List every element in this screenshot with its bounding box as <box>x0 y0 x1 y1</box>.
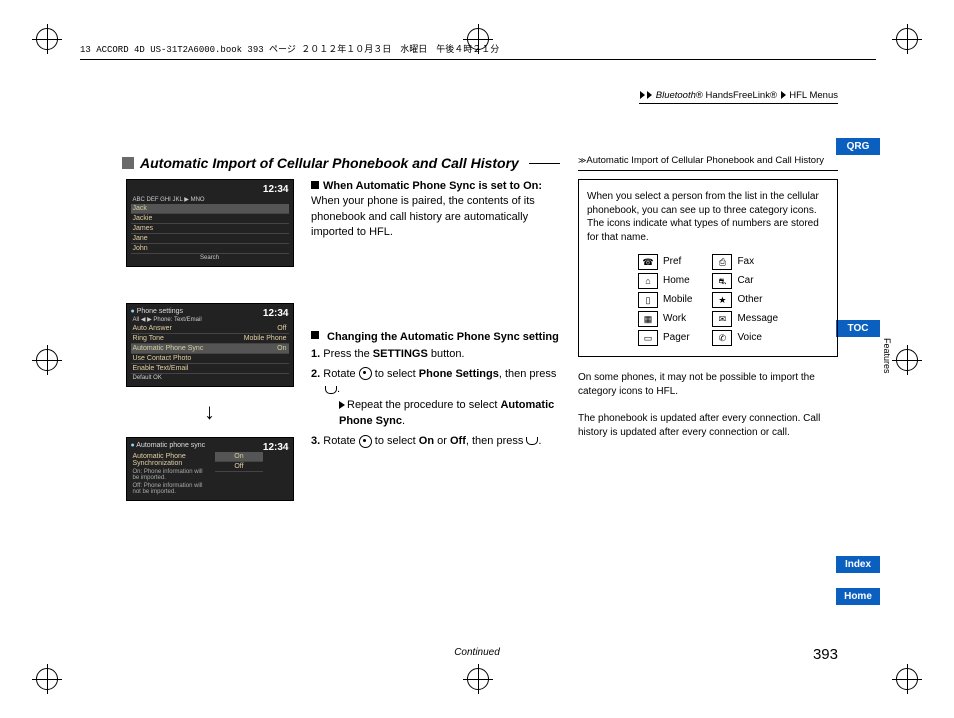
triangle-right-icon <box>339 401 345 409</box>
breadcrumb: Bluetooth® HandsFreeLink® HFL Menus <box>639 90 838 104</box>
dial-icon <box>359 367 372 380</box>
pref-icon: ☎ <box>638 254 658 270</box>
header-text: 13 ACCORD 4D US-31T2A6000.book 393 ページ ２… <box>80 45 499 55</box>
arrow-down-icon: ↓ <box>204 399 215 425</box>
pager-icon: ▭ <box>638 330 658 346</box>
square-icon <box>311 181 319 189</box>
press-icon <box>325 386 337 394</box>
print-header: 13 ACCORD 4D US-31T2A6000.book 393 ページ ２… <box>80 42 876 60</box>
crop-mark <box>36 28 58 50</box>
square-icon <box>122 157 134 169</box>
tab-index[interactable]: Index <box>836 556 880 573</box>
screenshot-phone-settings: ● Phone settings12:34 All ◀ ▶ Phone: Tex… <box>126 303 294 387</box>
page-number: 393 <box>813 646 838 663</box>
other-icon: ★ <box>712 292 732 308</box>
screenshot-phonebook-list: 12:34 ABC DEF GHI JKL ▶ MNO Jack Jackie … <box>126 179 294 267</box>
tab-home[interactable]: Home <box>836 588 880 605</box>
sub2-title: Changing the Automatic Phone Sync settin… <box>327 331 559 343</box>
crop-mark <box>896 668 918 690</box>
mobile-icon: ▯ <box>638 292 658 308</box>
dial-icon <box>359 435 372 448</box>
tab-toc[interactable]: TOC <box>836 320 880 337</box>
work-icon: ▦ <box>638 311 658 327</box>
crop-mark <box>36 349 58 371</box>
voice-icon: ✆ <box>712 330 732 346</box>
chevron-right-icon <box>640 91 645 99</box>
side-info-box: When you select a person from the list i… <box>578 179 838 357</box>
tab-qrg[interactable]: QRG <box>836 138 880 155</box>
side-note-2: The phonebook is updated after every con… <box>578 412 838 439</box>
icon-table: ☎Pref ⌂Home ▯Mobile ▦Work ▭Pager ⎙Fax ⛐C… <box>587 254 829 346</box>
side-body: When you select a person from the list i… <box>587 190 829 244</box>
sub1-body: When your phone is paired, the contents … <box>311 194 560 240</box>
step-2: 2. Rotate to select Phone Settings, then… <box>311 367 560 431</box>
crop-mark <box>896 28 918 50</box>
step-3: 3. Rotate to select On or Off, then pres… <box>311 434 560 450</box>
crop-mark <box>896 349 918 371</box>
crop-mark <box>36 668 58 690</box>
screenshot-auto-sync: ● Automatic phone sync12:34 Automatic Ph… <box>126 437 294 501</box>
sub1-title: When Automatic Phone Sync is set to On: <box>323 180 542 192</box>
side-note-1: On some phones, it may not be possible t… <box>578 371 838 398</box>
chevron-right-icon <box>647 91 652 99</box>
section-label: Features <box>882 338 892 374</box>
side-header: ≫Automatic Import of Cellular Phonebook … <box>578 155 838 166</box>
square-icon <box>311 331 319 339</box>
message-icon: ✉ <box>712 311 732 327</box>
home-icon: ⌂ <box>638 273 658 289</box>
car-icon: ⛐ <box>712 273 732 289</box>
fax-icon: ⎙ <box>712 254 732 270</box>
section-title: Automatic Import of Cellular Phonebook a… <box>140 155 519 171</box>
press-icon <box>526 437 538 445</box>
continued-label: Continued <box>454 647 500 658</box>
chevron-right-icon <box>781 91 786 99</box>
crop-mark <box>467 668 489 690</box>
step-1: 1. Press the SETTINGS button. <box>311 347 560 363</box>
